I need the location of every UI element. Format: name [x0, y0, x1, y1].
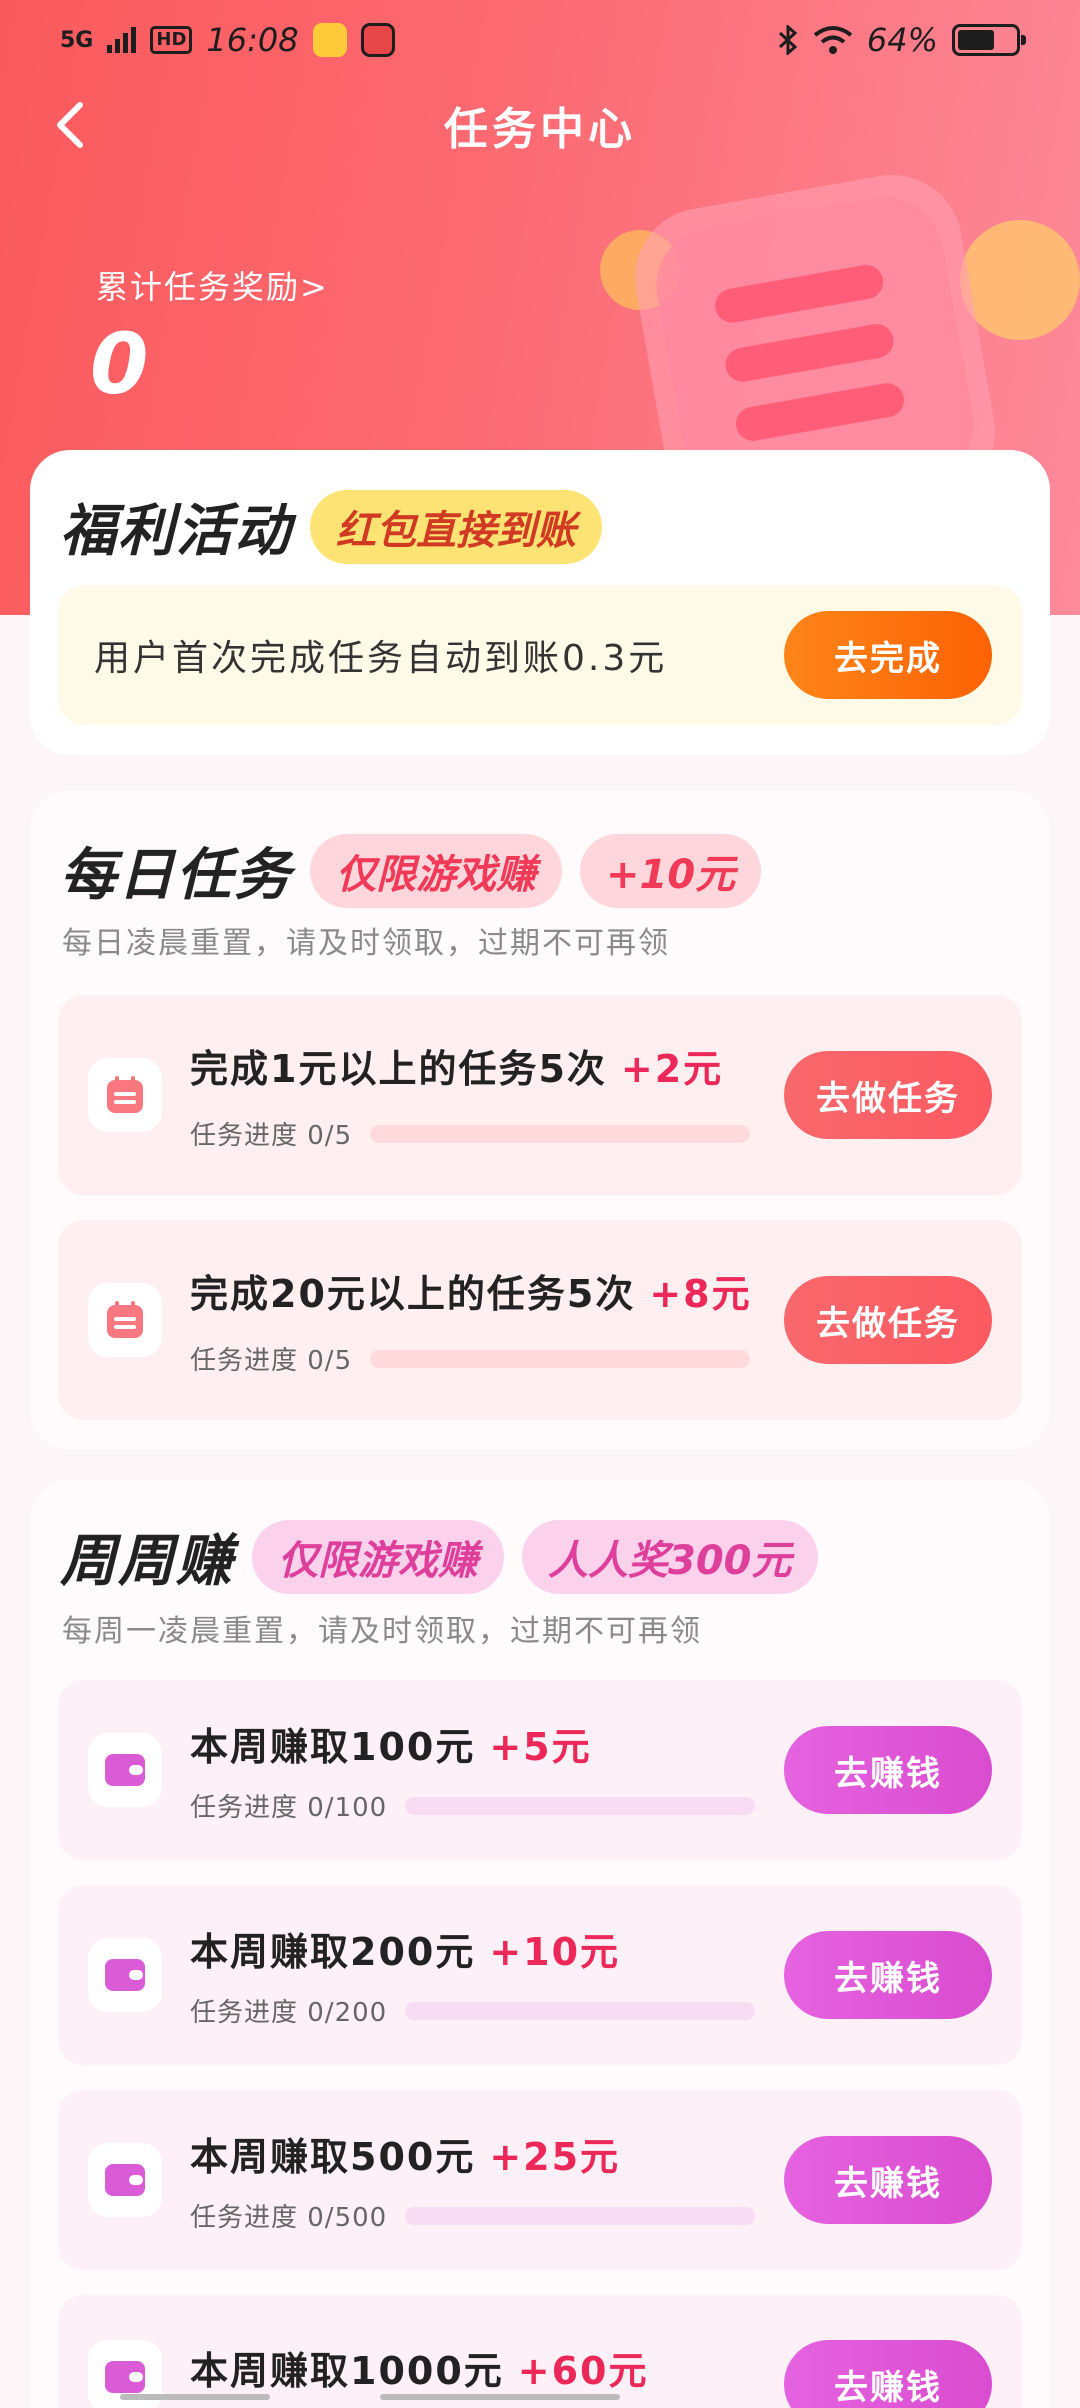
task-progress: 任务进度 0/5 — [190, 1340, 784, 1377]
daily-tag-bonus: +10元 — [580, 833, 762, 908]
earn-money-button[interactable]: 去赚钱 — [784, 1931, 992, 2019]
daily-task-row: 完成20元以上的任务5次 +8元 任务进度 0/5 去做任务 — [58, 1220, 1022, 1420]
task-title: 完成1元以上的任务5次 +2元 — [190, 1047, 724, 1091]
home-indicator — [120, 2394, 270, 2400]
progress-bar — [370, 1349, 751, 1368]
wallet-notification-icon — [360, 23, 395, 57]
progress-label: 任务进度 0/5 — [190, 1346, 353, 1376]
daily-tasks-section: 每日任务 仅限游戏赚 +10元 每日凌晨重置，请及时领取，过期不可再领 完成1元… — [30, 790, 1050, 1450]
weekly-task-row: 本周赚取200元 +10元 任务进度 0/200 去赚钱 — [58, 1885, 1022, 2065]
earn-money-button[interactable]: 去赚钱 — [784, 1726, 992, 1814]
battery-icon — [952, 24, 1026, 56]
signal-icon — [107, 27, 137, 53]
progress-bar — [405, 1796, 756, 1815]
clock: 16:08 — [206, 21, 299, 59]
battery-percent: 64% — [866, 21, 938, 59]
home-indicator — [380, 2394, 620, 2400]
welfare-task-text: 用户首次完成任务自动到账0.3元 — [94, 638, 668, 679]
daily-header: 每日任务 仅限游戏赚 +10元 — [60, 830, 762, 911]
task-bonus: +25元 — [489, 2135, 621, 2179]
bluetooth-icon — [778, 25, 798, 55]
wallet-icon — [88, 2143, 162, 2217]
task-progress: 任务进度 0/200 — [190, 1992, 784, 2029]
task-bonus: +5元 — [489, 1725, 592, 1769]
welfare-tag: 红包直接到账 — [310, 489, 602, 564]
task-title: 本周赚取100元 +5元 — [190, 1725, 592, 1769]
progress-label: 任务进度 0/100 — [190, 1793, 388, 1823]
task-bonus: +10元 — [489, 1930, 621, 1974]
welfare-section: 福利活动 红包直接到账 用户首次完成任务自动到账0.3元 去完成 — [30, 450, 1050, 755]
chevron-left-icon — [57, 102, 83, 148]
weekly-task-row: 本周赚取100元 +5元 任务进度 0/100 去赚钱 — [58, 1680, 1022, 1860]
daily-subtitle: 每日凌晨重置，请及时领取，过期不可再领 — [62, 926, 670, 961]
daily-title: 每日任务 — [60, 843, 292, 908]
do-task-button[interactable]: 去做任务 — [784, 1276, 992, 1364]
welfare-task-row: 用户首次完成任务自动到账0.3元 去完成 — [58, 585, 1022, 725]
weekly-tag-game: 仅限游戏赚 — [252, 1519, 504, 1594]
calendar-icon — [88, 1058, 162, 1132]
status-bar: 5G HD 16:08 64% — [0, 0, 1080, 80]
progress-bar — [405, 2206, 756, 2225]
progress-label: 任务进度 0/5 — [190, 1121, 353, 1151]
weekly-title: 周周赚 — [60, 1529, 234, 1594]
task-bonus: +2元 — [620, 1047, 724, 1091]
welfare-header: 福利活动 红包直接到账 — [60, 486, 602, 567]
do-task-button[interactable]: 去做任务 — [784, 1051, 992, 1139]
task-progress: 任务进度 0/5 — [190, 1115, 784, 1152]
wifi-icon — [813, 26, 853, 54]
total-reward-value: 0 — [90, 315, 149, 413]
nav-bar: 任务中心 — [0, 80, 1080, 170]
app-notification-icon — [312, 23, 347, 57]
weekly-tasks-section: 周周赚 仅限游戏赚 人人奖300元 每周一凌晨重置，请及时领取，过期不可再领 本… — [30, 1480, 1050, 2408]
earn-money-button[interactable]: 去赚钱 — [784, 2340, 992, 2408]
network-label: 5G — [60, 27, 94, 53]
task-progress: 任务进度 0/100 — [190, 1787, 784, 1824]
progress-bar — [405, 2001, 756, 2020]
weekly-task-row: 本周赚取500元 +25元 任务进度 0/500 去赚钱 — [58, 2090, 1022, 2270]
weekly-header: 周周赚 仅限游戏赚 人人奖300元 — [60, 1516, 818, 1597]
task-title: 本周赚取200元 +10元 — [190, 1930, 621, 1974]
progress-label: 任务进度 0/500 — [190, 2203, 388, 2233]
complete-button[interactable]: 去完成 — [784, 611, 992, 699]
hd-badge: HD — [150, 26, 193, 54]
daily-task-row: 完成1元以上的任务5次 +2元 任务进度 0/5 去做任务 — [58, 995, 1022, 1195]
weekly-subtitle: 每周一凌晨重置，请及时领取，过期不可再领 — [62, 1614, 702, 1649]
weekly-task-row: 本周赚取1000元 +60元 去赚钱 — [58, 2295, 1022, 2408]
wallet-icon — [88, 1733, 162, 1807]
daily-tag-game: 仅限游戏赚 — [310, 833, 562, 908]
page-title: 任务中心 — [444, 104, 636, 155]
task-bonus: +60元 — [517, 2349, 649, 2393]
earn-money-button[interactable]: 去赚钱 — [784, 2136, 992, 2224]
task-title: 完成20元以上的任务5次 +8元 — [190, 1272, 752, 1316]
task-title: 本周赚取1000元 +60元 — [190, 2349, 649, 2393]
progress-label: 任务进度 0/200 — [190, 1998, 388, 2028]
back-button[interactable] — [44, 100, 94, 150]
task-title: 本周赚取500元 +25元 — [190, 2135, 621, 2179]
welfare-title: 福利活动 — [60, 499, 292, 564]
task-bonus: +8元 — [649, 1272, 752, 1316]
calendar-icon — [88, 1283, 162, 1357]
wallet-icon — [88, 1938, 162, 2012]
weekly-tag-prize: 人人奖300元 — [522, 1519, 818, 1594]
progress-bar — [370, 1124, 751, 1143]
total-reward-link[interactable]: 累计任务奖励> — [96, 262, 329, 308]
task-progress: 任务进度 0/500 — [190, 2197, 784, 2234]
